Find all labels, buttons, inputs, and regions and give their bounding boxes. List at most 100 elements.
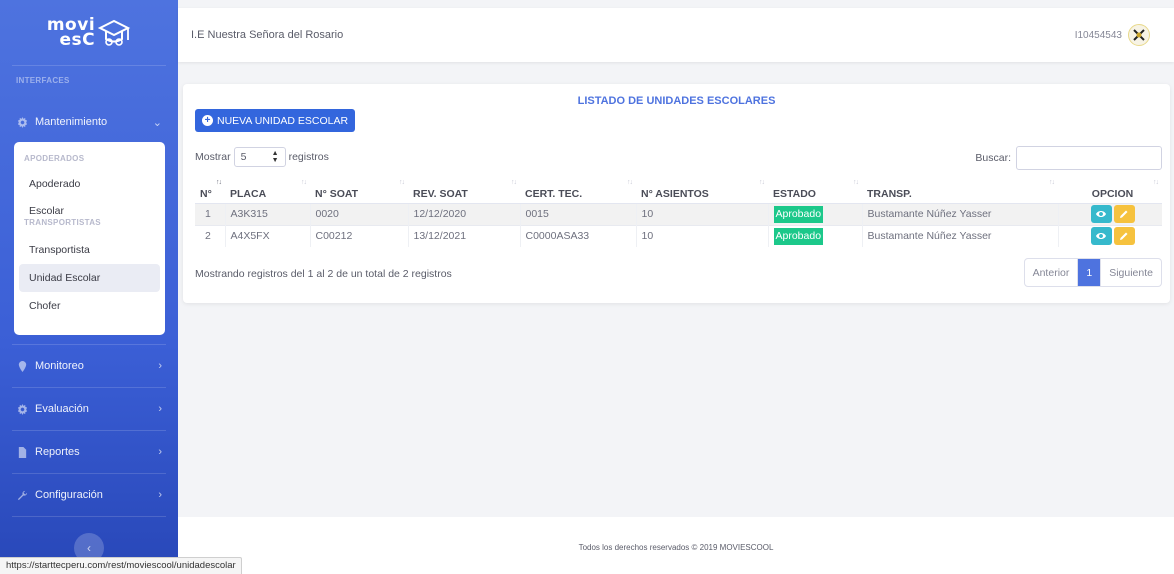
- status-badge: Aprobado: [773, 205, 824, 223]
- page-length-value: 5: [240, 151, 247, 163]
- user-id: I10454543: [1074, 29, 1122, 41]
- page-length-control: Mostrar 5 ▲ ▼ registros: [195, 147, 329, 167]
- cell-transp: Bustamante Núñez Yasser: [861, 224, 1058, 247]
- new-unidad-button[interactable]: + NUEVA UNIDAD ESCOLAR: [195, 109, 356, 132]
- cell-estado: Aprobado: [767, 224, 862, 247]
- new-unidad-label: NUEVA UNIDAD ESCOLAR: [217, 114, 349, 127]
- sidebar-item-label: Monitoreo: [35, 360, 84, 372]
- sidebar-item-reportes[interactable]: Reportes ›: [0, 431, 178, 473]
- school-crest-icon: [1133, 29, 1145, 41]
- eye-icon: [1096, 211, 1107, 217]
- user-menu[interactable]: I10454543: [1075, 24, 1174, 46]
- cell-opcion: [1057, 224, 1162, 247]
- column-header-opcion[interactable]: OPCION ↑↓: [1058, 179, 1162, 204]
- table-info: Mostrando registros del 1 al 2 de un tot…: [195, 268, 452, 280]
- sort-icon: ↑↓: [1049, 179, 1055, 186]
- sidebar-item-label: Configuración: [35, 489, 103, 501]
- sidebar-item-mantenimiento[interactable]: Mantenimiento ⌄: [0, 101, 178, 143]
- sidebar-item-monitoreo[interactable]: Monitoreo ›: [0, 345, 178, 387]
- topbar: I.E Nuestra Señora del Rosario I10454543: [178, 8, 1174, 62]
- cell-placa: A3K315: [224, 202, 310, 225]
- unidades-table: N° ↑↓ PLACA ↑↓ N° SOAT ↑↓ REV. SOAT ↑↓ CERT.…: [195, 179, 1162, 247]
- cell-n: 2: [195, 224, 225, 247]
- column-header-placa[interactable]: PLACA ↑↓: [225, 179, 310, 204]
- sort-icon: ↑↓: [1153, 179, 1159, 186]
- mantenimiento-submenu: APODERADOS Apoderado Escolar TRANSPORTIS…: [14, 142, 165, 335]
- cell-soat: 0020: [309, 202, 408, 225]
- cell-estado: Aprobado: [767, 202, 862, 225]
- column-header-soat[interactable]: N° SOAT ↑↓: [310, 179, 408, 204]
- column-header-cert-tec[interactable]: CERT. TEC. ↑↓: [520, 179, 636, 204]
- sort-icon: ↑↓: [759, 179, 765, 186]
- sidebar-divider: [12, 516, 166, 517]
- table-row: 1 A3K315 0020 12/12/2020 0015 10 Aprobad…: [195, 202, 1162, 225]
- edit-button[interactable]: [1113, 205, 1135, 223]
- school-name: I.E Nuestra Señora del Rosario: [191, 29, 344, 41]
- sidebar-item-label: Evaluación: [35, 403, 89, 415]
- page-title: LISTADO DE UNIDADES ESCOLARES: [577, 95, 776, 107]
- pagination-page-1[interactable]: 1: [1078, 259, 1101, 286]
- sidebar-item-configuracion[interactable]: Configuración ›: [0, 474, 178, 516]
- sort-icon: ↑↓: [853, 179, 859, 186]
- submenu-item-unidad-escolar[interactable]: Unidad Escolar: [19, 264, 160, 292]
- search-input[interactable]: [1016, 146, 1162, 170]
- sidebar-item-label: Mantenimiento: [35, 116, 108, 128]
- submenu-heading-transportistas: TRANSPORTISTAS: [24, 218, 101, 227]
- table-header-row: N° ↑↓ PLACA ↑↓ N° SOAT ↑↓ REV. SOAT ↑↓ CERT.…: [195, 179, 1162, 204]
- graduation-cap-icon: [97, 19, 131, 46]
- unidades-card: LISTADO DE UNIDADES ESCOLARES + NUEVA UN…: [183, 84, 1170, 303]
- browser-status-url: https://starttecperu.com/rest/moviescool…: [0, 557, 242, 574]
- sort-icon: ↑↓: [216, 179, 222, 186]
- cell-rev-soat: 12/12/2020: [407, 202, 520, 225]
- view-button[interactable]: [1090, 227, 1112, 246]
- submenu-item-chofer[interactable]: Chofer: [19, 292, 160, 320]
- cell-cert-tec: 0015: [519, 202, 636, 225]
- footer: Todos los derechos reservados © 2019 MOV…: [178, 517, 1174, 574]
- cell-n: 1: [195, 202, 225, 225]
- plus-circle-icon: +: [202, 115, 213, 126]
- sort-icon: ↑↓: [301, 179, 307, 186]
- submenu-item-transportista[interactable]: Transportista: [19, 236, 160, 264]
- column-header-rev-soat[interactable]: REV. SOAT ↑↓: [408, 179, 520, 204]
- sidebar: movi esC INTERFACES Mantenimiento ⌄ APOD…: [0, 0, 178, 574]
- length-suffix: registros: [288, 151, 329, 163]
- chevron-right-icon: ›: [158, 403, 162, 415]
- brand-line2: esC: [59, 29, 96, 50]
- avatar[interactable]: [1128, 24, 1150, 46]
- submenu-heading-apoderados: APODERADOS: [24, 154, 85, 163]
- chevron-right-icon: ›: [158, 446, 162, 458]
- cell-transp: Bustamante Núñez Yasser: [861, 202, 1058, 225]
- sort-icon: ↑↓: [511, 179, 517, 186]
- page-length-select[interactable]: 5 ▲ ▼: [233, 147, 286, 167]
- submenu-item-apoderado[interactable]: Apoderado: [19, 170, 160, 197]
- pencil-icon: [1120, 210, 1128, 218]
- pagination: Anterior 1 Siguiente: [1023, 258, 1162, 287]
- table-row: 2 A4X5FX C00212 13/12/2021 C0000ASA33 10…: [195, 224, 1162, 247]
- sidebar-heading: INTERFACES: [16, 76, 70, 85]
- sidebar-item-evaluacion[interactable]: Evaluación ›: [0, 388, 178, 430]
- status-badge: Aprobado: [773, 227, 824, 245]
- sort-icon: ↑↓: [399, 179, 405, 186]
- cog-icon: [16, 403, 28, 415]
- pencil-icon: [1120, 232, 1128, 241]
- cell-asientos: 10: [635, 202, 768, 225]
- chevron-right-icon: ›: [158, 489, 162, 501]
- select-arrows-icon: ▲ ▼: [271, 150, 279, 164]
- column-header-n[interactable]: N° ↑↓: [195, 179, 225, 204]
- column-header-transp[interactable]: TRANSP. ↑↓: [862, 179, 1058, 204]
- edit-button[interactable]: [1113, 227, 1135, 246]
- moviescool-logo[interactable]: movi esC: [47, 16, 131, 50]
- cell-cert-tec: C0000ASA33: [519, 224, 636, 247]
- view-button[interactable]: [1090, 205, 1112, 223]
- column-header-asientos[interactable]: N° ASIENTOS ↑↓: [636, 179, 768, 204]
- pagination-prev-button[interactable]: Anterior: [1025, 259, 1079, 286]
- brand[interactable]: movi esC: [12, 0, 166, 66]
- cog-icon: [16, 116, 28, 128]
- pagination-next-button[interactable]: Siguiente: [1100, 259, 1161, 286]
- column-header-estado[interactable]: ESTADO ↑↓: [768, 179, 862, 204]
- chevron-right-icon: ›: [158, 360, 162, 372]
- cell-placa: A4X5FX: [224, 224, 310, 247]
- chevron-down-icon: ⌄: [152, 116, 162, 129]
- length-prefix: Mostrar: [195, 151, 231, 163]
- file-icon: [16, 446, 28, 458]
